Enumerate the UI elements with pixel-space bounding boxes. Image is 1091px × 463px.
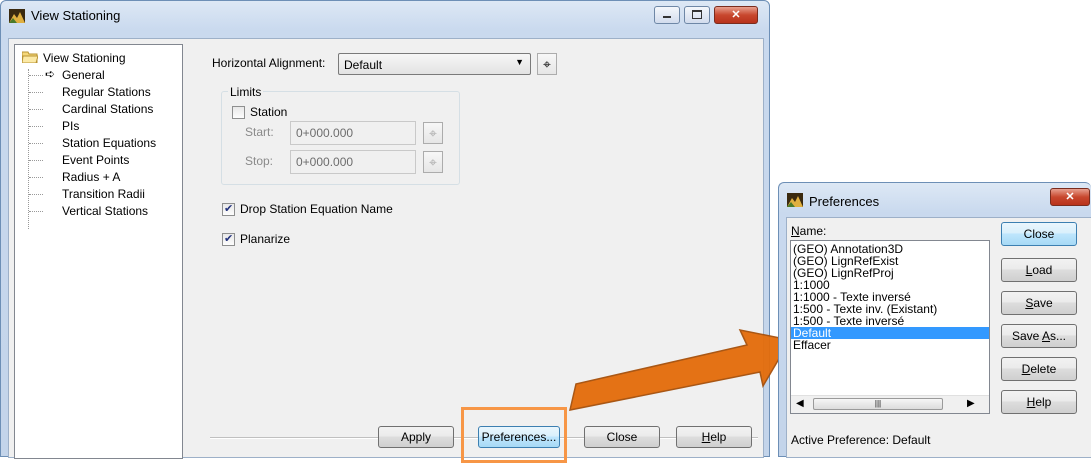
preferences-client-area: Name: (GEO) Annotation3D (GEO) LignRefEx… — [786, 217, 1091, 458]
tree-connector — [29, 92, 43, 93]
preferences-title: Preferences — [809, 194, 880, 209]
tree-connector — [29, 143, 43, 144]
navigation-tree[interactable]: View Stationing ➪ General Regular Statio… — [14, 44, 183, 459]
save-as-prefix: Save — [1011, 329, 1042, 343]
close-icon: ✕ — [1065, 191, 1075, 203]
active-preference-status: Active Preference: Default — [791, 433, 931, 447]
scroll-left-icon[interactable]: ◀ — [796, 398, 804, 409]
tree-item-vertical-stations[interactable]: Vertical Stations — [62, 204, 148, 218]
close-button[interactable]: Close — [584, 426, 660, 448]
delete-mnemonic: D — [1021, 362, 1031, 376]
minimize-button[interactable] — [654, 6, 680, 24]
preferences-window: Preferences ✕ Name: (GEO) Annotation3D (… — [778, 182, 1091, 458]
name-label-mnemonic: N — [791, 224, 800, 238]
start-label: Start: — [245, 125, 274, 139]
title-bar[interactable]: View Stationing ✕ — [1, 1, 769, 31]
limits-group-label: Limits — [228, 85, 264, 99]
tree-connector — [29, 177, 43, 178]
load-button[interactable]: Load — [1001, 258, 1077, 282]
maximize-button[interactable] — [684, 6, 710, 24]
delete-rest: elete — [1030, 362, 1057, 376]
planarize-label[interactable]: Planarize — [240, 232, 290, 246]
name-label: Name: — [791, 224, 826, 238]
pick-start-button[interactable]: ⌖ — [423, 122, 443, 144]
view-stationing-window: View Stationing ✕ View Stationing ➪ Gene… — [0, 0, 770, 459]
load-rest: oad — [1032, 263, 1053, 277]
tree-connector — [29, 126, 43, 127]
app-icon — [787, 193, 803, 207]
preferences-help-button[interactable]: Help — [1001, 390, 1077, 414]
tree-item-radius-a[interactable]: Radius + A — [62, 170, 120, 184]
preferences-close-window-button[interactable]: ✕ — [1050, 188, 1090, 206]
tree-item-pis[interactable]: PIs — [62, 119, 79, 133]
pick-stop-button[interactable]: ⌖ — [423, 151, 443, 173]
crosshair-icon: ⌖ — [543, 56, 551, 72]
save-as-mnemonic: A — [1042, 329, 1051, 343]
tree-connector — [29, 211, 43, 212]
preferences-title-bar[interactable]: Preferences ✕ — [779, 183, 1091, 213]
main-client-area: View Stationing ➪ General Regular Statio… — [8, 38, 764, 459]
apply-button[interactable]: Apply — [378, 426, 454, 448]
chevron-down-icon: ▼ — [515, 57, 524, 67]
list-item[interactable]: Effacer — [791, 339, 989, 351]
window-title: View Stationing — [31, 8, 121, 23]
pick-alignment-button[interactable]: ⌖ — [537, 53, 557, 75]
tree-root[interactable]: View Stationing — [43, 51, 126, 65]
drop-station-equation-label[interactable]: Drop Station Equation Name — [240, 202, 393, 216]
tree-item-general[interactable]: General — [62, 68, 105, 82]
help-button[interactable]: Help — [676, 426, 752, 448]
preferences-highlight-box — [461, 407, 567, 463]
save-button[interactable]: Save — [1001, 291, 1077, 315]
scroll-right-icon[interactable]: ▶ — [967, 398, 975, 409]
save-as-button[interactable]: Save As... — [1001, 324, 1077, 348]
tree-item-station-equations[interactable]: Station Equations — [62, 136, 156, 150]
stop-station-field[interactable]: 0+000.000 — [290, 150, 416, 174]
close-icon: ✕ — [731, 9, 741, 21]
folder-icon — [21, 51, 39, 66]
tree-connector — [29, 75, 43, 76]
stop-label: Stop: — [245, 154, 274, 168]
delete-button[interactable]: Delete — [1001, 357, 1077, 381]
tree-connector — [29, 109, 43, 110]
tree-item-transition-radii[interactable]: Transition Radii — [62, 187, 145, 201]
app-icon — [9, 9, 25, 23]
crosshair-icon: ⌖ — [429, 125, 437, 141]
save-as-rest: s... — [1050, 329, 1067, 343]
help-rest: elp — [710, 430, 727, 444]
tree-connector — [28, 69, 29, 229]
name-label-rest: ame: — [799, 224, 827, 238]
tree-item-regular-stations[interactable]: Regular Stations — [62, 85, 151, 99]
horizontal-alignment-label: Horizontal Alignment: — [212, 56, 326, 70]
minimize-icon — [663, 16, 671, 18]
tree-item-cardinal-stations[interactable]: Cardinal Stations — [62, 102, 153, 116]
tree-item-event-points[interactable]: Event Points — [62, 153, 129, 167]
horizontal-scrollbar[interactable]: ◀ ||| ▶ — [791, 395, 989, 413]
maximize-icon — [692, 10, 702, 19]
drop-station-equation-checkbox[interactable] — [222, 202, 235, 216]
horizontal-alignment-dropdown[interactable]: Default ▼ — [338, 53, 531, 75]
close-window-button[interactable]: ✕ — [714, 6, 758, 24]
save-rest: ave — [1033, 296, 1053, 310]
start-station-field[interactable]: 0+000.000 — [290, 121, 416, 145]
tree-connector — [29, 160, 43, 161]
tree-connector — [29, 194, 43, 195]
help-rest: elp — [1035, 395, 1052, 409]
scrollbar-thumb[interactable]: ||| — [813, 398, 943, 410]
current-item-arrow-icon: ➪ — [45, 67, 56, 81]
limits-group: Limits Station Start: 0+000.000 ⌖ Stop: … — [221, 85, 460, 185]
horizontal-alignment-value: Default — [344, 58, 383, 72]
preferences-list[interactable]: (GEO) Annotation3D (GEO) LignRefExist (G… — [790, 240, 990, 414]
station-checkbox[interactable] — [232, 106, 245, 119]
station-checkbox-label[interactable]: Station — [250, 105, 287, 119]
crosshair-icon: ⌖ — [429, 154, 437, 170]
preferences-close-button[interactable]: Close — [1001, 222, 1077, 246]
planarize-checkbox[interactable] — [222, 232, 235, 246]
